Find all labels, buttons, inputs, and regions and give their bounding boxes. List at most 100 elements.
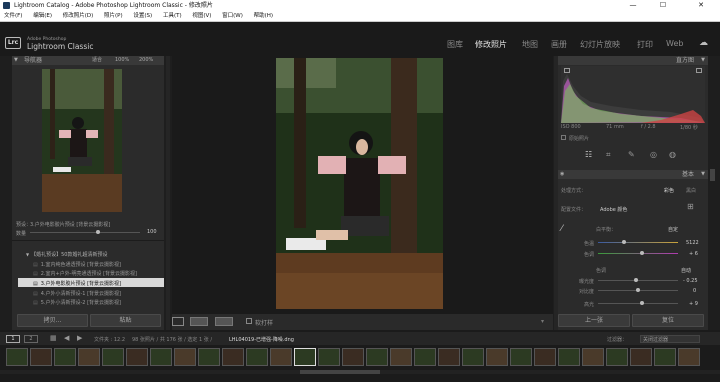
soft-proof-checkbox[interactable]: [246, 318, 252, 324]
source-path[interactable]: 文件夹 : 12.2: [94, 336, 125, 343]
module-book[interactable]: 画册: [551, 39, 567, 50]
filter-dropdown[interactable]: 关闭过滤器: [640, 335, 700, 343]
filmstrip-thumbnail[interactable]: [414, 348, 436, 366]
zoom-fit[interactable]: 适合: [92, 56, 102, 65]
module-develop[interactable]: 修改照片: [475, 39, 507, 50]
filmstrip-thumbnail[interactable]: [150, 348, 172, 366]
maximize-button[interactable]: ☐: [652, 0, 674, 11]
crop-icon[interactable]: ⌗: [606, 150, 611, 160]
preset-item[interactable]: ▤ 1.室内纯色通透预设 [背景云摄影视]: [33, 261, 121, 268]
edit-sliders-icon[interactable]: ☷: [585, 150, 592, 159]
auto-tone-button[interactable]: 自动: [681, 267, 691, 274]
filmstrip-thumbnail[interactable]: [438, 348, 460, 366]
filmstrip-thumbnail[interactable]: [678, 348, 700, 366]
module-slideshow[interactable]: 幻灯片放映: [580, 39, 620, 50]
healing-icon[interactable]: ✎: [628, 150, 635, 159]
temp-slider-knob[interactable]: [622, 240, 626, 244]
paste-settings-button[interactable]: 粘贴: [90, 314, 161, 327]
histogram-header[interactable]: 直方图 ▼: [558, 56, 708, 65]
main-photo[interactable]: [276, 58, 443, 309]
exposure-slider-knob[interactable]: [634, 278, 638, 282]
loupe-view-icon[interactable]: [172, 317, 184, 326]
tint-slider[interactable]: [598, 251, 678, 255]
menu-file[interactable]: 文件(F): [4, 13, 22, 19]
histogram[interactable]: [561, 66, 705, 123]
filmstrip-thumbnail[interactable]: [30, 348, 52, 366]
amount-slider[interactable]: [30, 230, 140, 234]
filmstrip-thumbnail[interactable]: [174, 348, 196, 366]
menu-develop[interactable]: 修改照片(D): [63, 13, 94, 19]
menu-view[interactable]: 视图(V): [192, 13, 211, 19]
zoom-200[interactable]: 200%: [139, 56, 153, 65]
filmstrip-thumbnail[interactable]: [78, 348, 100, 366]
menu-settings[interactable]: 设置(S): [133, 13, 152, 19]
screen-1-button[interactable]: 1: [6, 335, 20, 343]
treatment-color[interactable]: 彩色: [664, 187, 674, 194]
highlights-slider-knob[interactable]: [640, 301, 644, 305]
filmstrip-thumbnail[interactable]: [582, 348, 604, 366]
filmstrip-thumbnail[interactable]: [558, 348, 580, 366]
filmstrip-thumbnail[interactable]: [510, 348, 532, 366]
temp-slider[interactable]: [598, 240, 678, 244]
menu-help[interactable]: 帮助(H): [254, 13, 273, 19]
filmstrip-thumbnail[interactable]: [6, 348, 28, 366]
left-scrollbar[interactable]: [166, 56, 170, 330]
contrast-slider-knob[interactable]: [636, 288, 640, 292]
close-button[interactable]: ✕: [690, 0, 712, 11]
before-after-icon[interactable]: [190, 317, 208, 326]
filmstrip-thumbnail[interactable]: [630, 348, 652, 366]
filmstrip-thumbnail-selected[interactable]: [294, 348, 316, 366]
amount-slider-knob[interactable]: [96, 230, 100, 234]
filmstrip-thumbnail[interactable]: [318, 348, 340, 366]
white-balance-eyedropper-icon[interactable]: ⁄: [561, 224, 563, 234]
highlights-slider[interactable]: [598, 301, 678, 305]
white-balance-value[interactable]: 自定: [668, 226, 678, 233]
treatment-bw[interactable]: 黑白: [686, 187, 696, 194]
eye-icon[interactable]: ◉: [560, 170, 564, 179]
navigator-thumbnail[interactable]: [42, 69, 122, 212]
menu-window[interactable]: 窗口(W): [222, 13, 243, 19]
navigator-header[interactable]: ▼ 导航器 适合 100% 200%: [12, 56, 164, 65]
preset-item-selected[interactable]: ▤ 3.户外电影胶片预设 [背景云摄影视]: [33, 280, 121, 287]
exposure-slider[interactable]: [598, 278, 678, 282]
filmstrip-thumbnail[interactable]: [606, 348, 628, 366]
minimize-button[interactable]: —: [622, 0, 644, 11]
profile-browser-icon[interactable]: ⊞: [687, 202, 694, 211]
module-map[interactable]: 地图: [522, 39, 538, 50]
filmstrip-thumbnail[interactable]: [270, 348, 292, 366]
filmstrip-thumbnail[interactable]: [390, 348, 412, 366]
before-after-swap-icon[interactable]: [215, 317, 233, 326]
module-library[interactable]: 图库: [447, 39, 463, 50]
right-scrollbar-thumb[interactable]: [710, 169, 715, 181]
shadow-clipping-icon[interactable]: [564, 68, 570, 73]
module-print[interactable]: 打印: [637, 39, 653, 50]
previous-settings-button[interactable]: 上一张: [558, 314, 630, 327]
filmstrip-thumbnail[interactable]: [486, 348, 508, 366]
menu-photo[interactable]: 照片(P): [104, 13, 123, 19]
highlight-clipping-icon[interactable]: [696, 68, 702, 73]
forward-arrow-icon[interactable]: ▶: [77, 334, 82, 342]
reset-button[interactable]: 复位: [632, 314, 704, 327]
filmstrip-thumbnail[interactable]: [126, 348, 148, 366]
filmstrip-thumbnail[interactable]: [102, 348, 124, 366]
profile-value[interactable]: Adobe 颜色: [600, 206, 627, 213]
preset-item[interactable]: ▤ 2.室内+户外-明亮通透预设 [背景云摄影视]: [33, 270, 137, 277]
preset-group[interactable]: ▼ 【婚礼预设】50款婚礼超清新预设: [26, 251, 107, 258]
original-photo-checkbox[interactable]: [561, 135, 566, 140]
red-eye-icon[interactable]: ◎: [650, 150, 657, 159]
filmstrip-thumbnail[interactable]: [534, 348, 556, 366]
toolbar-menu-icon[interactable]: ▾: [541, 318, 544, 325]
module-web[interactable]: Web: [666, 39, 683, 48]
screen-2-button[interactable]: 2: [24, 335, 38, 343]
menu-edit[interactable]: 编辑(E): [33, 13, 52, 19]
preset-item[interactable]: ▤ 5.户外小清新预设-2 [背景云摄影视]: [33, 299, 121, 306]
basic-header[interactable]: ◉ 基本 ▼: [558, 170, 708, 179]
filmstrip-thumbnail[interactable]: [366, 348, 388, 366]
tint-slider-knob[interactable]: [640, 251, 644, 255]
filmstrip-thumbnail[interactable]: [54, 348, 76, 366]
filmstrip-thumbnail[interactable]: [246, 348, 268, 366]
grid-view-icon[interactable]: ▦: [50, 334, 57, 342]
menu-tools[interactable]: 工具(T): [163, 13, 182, 19]
filmstrip-thumbnail[interactable]: [342, 348, 364, 366]
copy-settings-button[interactable]: 拷贝...: [17, 314, 88, 327]
